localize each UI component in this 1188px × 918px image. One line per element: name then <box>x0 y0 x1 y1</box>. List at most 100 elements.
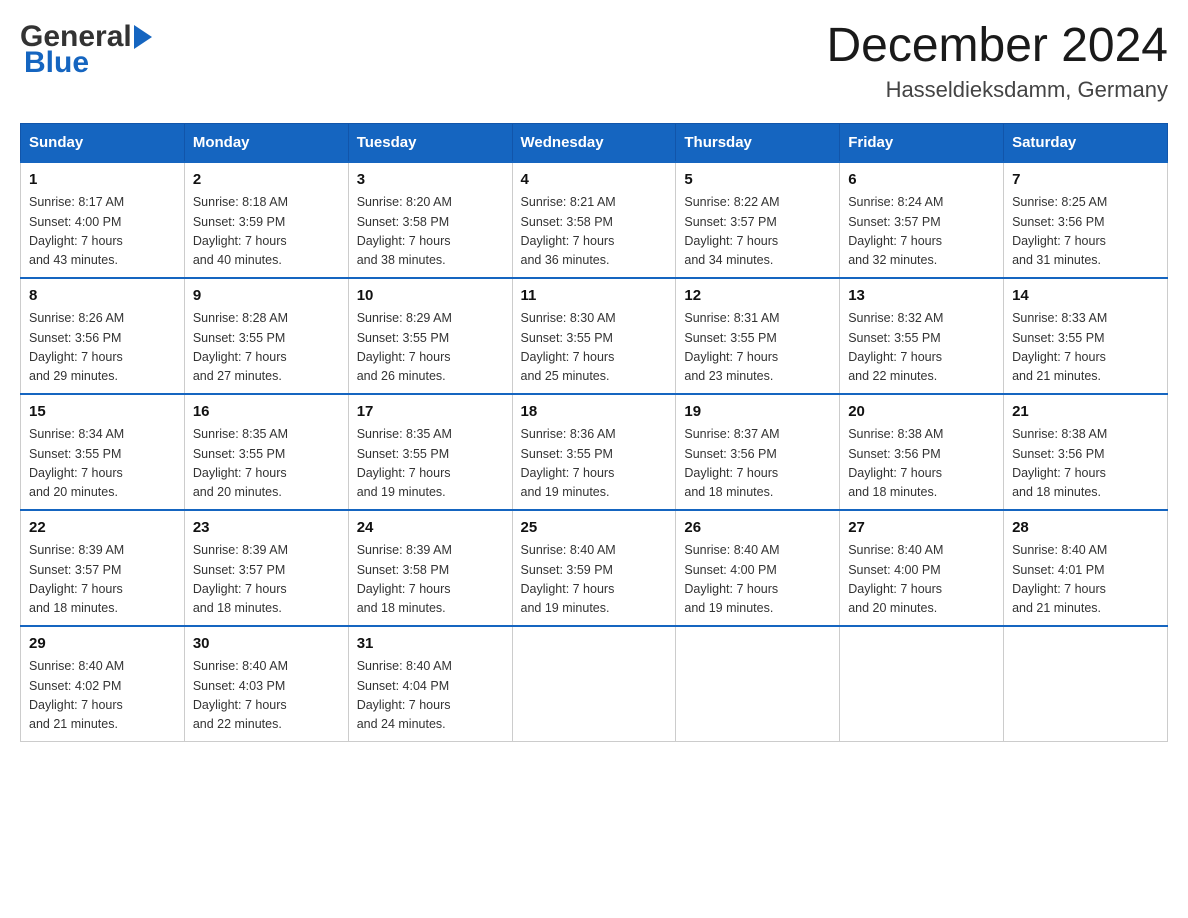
day-number: 29 <box>29 633 176 656</box>
table-row: 10Sunrise: 8:29 AMSunset: 3:55 PMDayligh… <box>348 278 512 394</box>
day-info: Sunrise: 8:40 AMSunset: 4:04 PMDaylight:… <box>357 657 504 735</box>
table-row: 16Sunrise: 8:35 AMSunset: 3:55 PMDayligh… <box>184 394 348 510</box>
day-info: Sunrise: 8:31 AMSunset: 3:55 PMDaylight:… <box>684 309 831 387</box>
day-number: 26 <box>684 517 831 540</box>
table-row <box>840 626 1004 742</box>
day-number: 10 <box>357 285 504 308</box>
day-number: 18 <box>521 401 668 424</box>
location-text: Hasseldieksdamm, Germany <box>826 77 1168 103</box>
day-info: Sunrise: 8:34 AMSunset: 3:55 PMDaylight:… <box>29 425 176 503</box>
table-row: 11Sunrise: 8:30 AMSunset: 3:55 PMDayligh… <box>512 278 676 394</box>
logo-blue-text: Blue <box>20 46 154 80</box>
day-info: Sunrise: 8:36 AMSunset: 3:55 PMDaylight:… <box>521 425 668 503</box>
day-number: 5 <box>684 169 831 192</box>
day-number: 2 <box>193 169 340 192</box>
day-number: 9 <box>193 285 340 308</box>
day-info: Sunrise: 8:35 AMSunset: 3:55 PMDaylight:… <box>357 425 504 503</box>
day-number: 13 <box>848 285 995 308</box>
day-info: Sunrise: 8:40 AMSunset: 4:00 PMDaylight:… <box>848 541 995 619</box>
table-row: 30Sunrise: 8:40 AMSunset: 4:03 PMDayligh… <box>184 626 348 742</box>
day-number: 17 <box>357 401 504 424</box>
table-row: 8Sunrise: 8:26 AMSunset: 3:56 PMDaylight… <box>21 278 185 394</box>
table-row: 22Sunrise: 8:39 AMSunset: 3:57 PMDayligh… <box>21 510 185 626</box>
day-info: Sunrise: 8:39 AMSunset: 3:57 PMDaylight:… <box>193 541 340 619</box>
table-row: 26Sunrise: 8:40 AMSunset: 4:00 PMDayligh… <box>676 510 840 626</box>
day-number: 15 <box>29 401 176 424</box>
day-info: Sunrise: 8:18 AMSunset: 3:59 PMDaylight:… <box>193 193 340 271</box>
day-number: 31 <box>357 633 504 656</box>
table-row: 6Sunrise: 8:24 AMSunset: 3:57 PMDaylight… <box>840 162 1004 278</box>
table-row: 12Sunrise: 8:31 AMSunset: 3:55 PMDayligh… <box>676 278 840 394</box>
day-number: 4 <box>521 169 668 192</box>
day-info: Sunrise: 8:20 AMSunset: 3:58 PMDaylight:… <box>357 193 504 271</box>
day-info: Sunrise: 8:35 AMSunset: 3:55 PMDaylight:… <box>193 425 340 503</box>
day-number: 12 <box>684 285 831 308</box>
day-info: Sunrise: 8:40 AMSunset: 3:59 PMDaylight:… <box>521 541 668 619</box>
day-number: 21 <box>1012 401 1159 424</box>
table-row: 28Sunrise: 8:40 AMSunset: 4:01 PMDayligh… <box>1004 510 1168 626</box>
day-info: Sunrise: 8:33 AMSunset: 3:55 PMDaylight:… <box>1012 309 1159 387</box>
page-header: General Blue December 2024 Hasseldieksda… <box>20 20 1168 103</box>
table-row: 29Sunrise: 8:40 AMSunset: 4:02 PMDayligh… <box>21 626 185 742</box>
day-info: Sunrise: 8:24 AMSunset: 3:57 PMDaylight:… <box>848 193 995 271</box>
day-info: Sunrise: 8:37 AMSunset: 3:56 PMDaylight:… <box>684 425 831 503</box>
calendar-week-row: 15Sunrise: 8:34 AMSunset: 3:55 PMDayligh… <box>21 394 1168 510</box>
col-friday: Friday <box>840 123 1004 162</box>
day-number: 6 <box>848 169 995 192</box>
table-row: 2Sunrise: 8:18 AMSunset: 3:59 PMDaylight… <box>184 162 348 278</box>
day-info: Sunrise: 8:39 AMSunset: 3:58 PMDaylight:… <box>357 541 504 619</box>
table-row: 9Sunrise: 8:28 AMSunset: 3:55 PMDaylight… <box>184 278 348 394</box>
day-number: 7 <box>1012 169 1159 192</box>
calendar-table: Sunday Monday Tuesday Wednesday Thursday… <box>20 123 1168 742</box>
day-number: 3 <box>357 169 504 192</box>
table-row: 23Sunrise: 8:39 AMSunset: 3:57 PMDayligh… <box>184 510 348 626</box>
table-row: 1Sunrise: 8:17 AMSunset: 4:00 PMDaylight… <box>21 162 185 278</box>
day-number: 16 <box>193 401 340 424</box>
day-number: 28 <box>1012 517 1159 540</box>
table-row <box>512 626 676 742</box>
title-section: December 2024 Hasseldieksdamm, Germany <box>826 20 1168 103</box>
day-info: Sunrise: 8:40 AMSunset: 4:01 PMDaylight:… <box>1012 541 1159 619</box>
day-info: Sunrise: 8:25 AMSunset: 3:56 PMDaylight:… <box>1012 193 1159 271</box>
table-row: 17Sunrise: 8:35 AMSunset: 3:55 PMDayligh… <box>348 394 512 510</box>
day-info: Sunrise: 8:29 AMSunset: 3:55 PMDaylight:… <box>357 309 504 387</box>
table-row: 15Sunrise: 8:34 AMSunset: 3:55 PMDayligh… <box>21 394 185 510</box>
table-row: 20Sunrise: 8:38 AMSunset: 3:56 PMDayligh… <box>840 394 1004 510</box>
day-info: Sunrise: 8:38 AMSunset: 3:56 PMDaylight:… <box>1012 425 1159 503</box>
calendar-header-row: Sunday Monday Tuesday Wednesday Thursday… <box>21 123 1168 162</box>
day-number: 20 <box>848 401 995 424</box>
day-number: 30 <box>193 633 340 656</box>
calendar-week-row: 1Sunrise: 8:17 AMSunset: 4:00 PMDaylight… <box>21 162 1168 278</box>
col-tuesday: Tuesday <box>348 123 512 162</box>
table-row: 14Sunrise: 8:33 AMSunset: 3:55 PMDayligh… <box>1004 278 1168 394</box>
table-row: 24Sunrise: 8:39 AMSunset: 3:58 PMDayligh… <box>348 510 512 626</box>
day-number: 14 <box>1012 285 1159 308</box>
day-info: Sunrise: 8:21 AMSunset: 3:58 PMDaylight:… <box>521 193 668 271</box>
day-info: Sunrise: 8:38 AMSunset: 3:56 PMDaylight:… <box>848 425 995 503</box>
logo: General Blue <box>20 20 154 80</box>
day-info: Sunrise: 8:22 AMSunset: 3:57 PMDaylight:… <box>684 193 831 271</box>
day-number: 1 <box>29 169 176 192</box>
day-info: Sunrise: 8:40 AMSunset: 4:00 PMDaylight:… <box>684 541 831 619</box>
table-row: 21Sunrise: 8:38 AMSunset: 3:56 PMDayligh… <box>1004 394 1168 510</box>
calendar-week-row: 22Sunrise: 8:39 AMSunset: 3:57 PMDayligh… <box>21 510 1168 626</box>
table-row: 27Sunrise: 8:40 AMSunset: 4:00 PMDayligh… <box>840 510 1004 626</box>
day-number: 8 <box>29 285 176 308</box>
table-row: 4Sunrise: 8:21 AMSunset: 3:58 PMDaylight… <box>512 162 676 278</box>
table-row: 7Sunrise: 8:25 AMSunset: 3:56 PMDaylight… <box>1004 162 1168 278</box>
day-info: Sunrise: 8:26 AMSunset: 3:56 PMDaylight:… <box>29 309 176 387</box>
table-row: 31Sunrise: 8:40 AMSunset: 4:04 PMDayligh… <box>348 626 512 742</box>
day-info: Sunrise: 8:17 AMSunset: 4:00 PMDaylight:… <box>29 193 176 271</box>
col-sunday: Sunday <box>21 123 185 162</box>
table-row: 13Sunrise: 8:32 AMSunset: 3:55 PMDayligh… <box>840 278 1004 394</box>
day-info: Sunrise: 8:30 AMSunset: 3:55 PMDaylight:… <box>521 309 668 387</box>
table-row <box>676 626 840 742</box>
day-number: 23 <box>193 517 340 540</box>
day-info: Sunrise: 8:28 AMSunset: 3:55 PMDaylight:… <box>193 309 340 387</box>
calendar-week-row: 8Sunrise: 8:26 AMSunset: 3:56 PMDaylight… <box>21 278 1168 394</box>
day-info: Sunrise: 8:39 AMSunset: 3:57 PMDaylight:… <box>29 541 176 619</box>
day-number: 11 <box>521 285 668 308</box>
day-number: 19 <box>684 401 831 424</box>
table-row: 18Sunrise: 8:36 AMSunset: 3:55 PMDayligh… <box>512 394 676 510</box>
day-info: Sunrise: 8:32 AMSunset: 3:55 PMDaylight:… <box>848 309 995 387</box>
